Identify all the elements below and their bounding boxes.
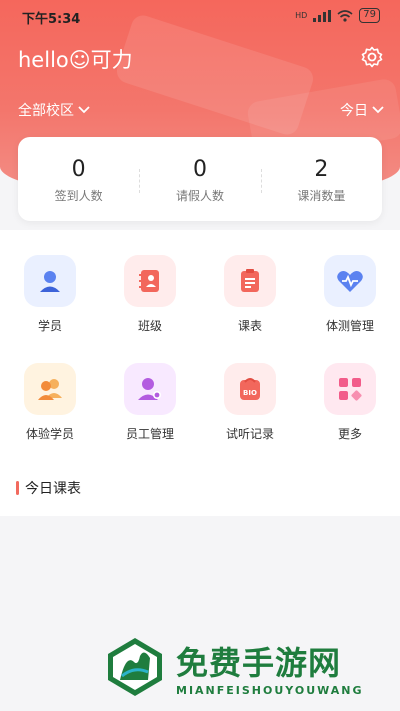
watermark-logo — [108, 638, 162, 696]
watermark-en: MIANFEISHOUYOUWANG — [176, 683, 364, 697]
status-bar: 下午5:34 HD 79 — [0, 0, 400, 32]
grid-label: 体验学员 — [25, 427, 74, 441]
wifi-icon — [337, 9, 353, 22]
date-label: 今日 — [340, 103, 368, 119]
stat-checkin[interactable]: 0 签到人数 — [18, 155, 139, 204]
campus-selector[interactable]: 全部校区 — [18, 100, 90, 120]
trial-student-icon — [24, 363, 76, 415]
grid-item-student[interactable]: 学员 — [0, 255, 100, 334]
chevron-down-icon — [372, 106, 384, 114]
grid-label: 班级 — [137, 319, 162, 333]
grid-item-audition-record[interactable]: BIO 试听记录 — [200, 363, 300, 442]
fitness-test-icon — [324, 255, 376, 307]
staff-icon — [124, 363, 176, 415]
grid-item-trial-student[interactable]: 体验学员 — [0, 363, 100, 442]
section-accent-bar — [16, 481, 19, 495]
grid-item-staff[interactable]: 员工管理 — [100, 363, 200, 442]
campus-label: 全部校区 — [18, 103, 74, 119]
stats-card: 0 签到人数 0 请假人数 2 课消数量 — [18, 137, 382, 221]
class-icon — [124, 255, 176, 307]
grid-label: 体测管理 — [325, 319, 374, 333]
stat-value: 0 — [71, 156, 86, 182]
grid-item-more[interactable]: 更多 — [300, 363, 400, 442]
student-icon — [24, 255, 76, 307]
greeting-text: hello☺可力 — [18, 48, 133, 72]
grid-item-fitness-test[interactable]: 体测管理 — [300, 255, 400, 334]
audition-record-icon: BIO — [224, 363, 276, 415]
stat-value: 2 — [314, 156, 329, 182]
date-selector[interactable]: 今日 — [340, 100, 384, 120]
grid-label: 课表 — [237, 319, 262, 333]
svg-text:BIO: BIO — [243, 389, 257, 397]
grid-item-schedule[interactable]: 课表 — [200, 255, 300, 334]
battery-indicator: 79 — [359, 8, 380, 23]
stat-label: 请假人数 — [175, 188, 224, 203]
signal-icon — [313, 9, 332, 22]
stat-leave[interactable]: 0 请假人数 — [139, 155, 260, 204]
gear-icon[interactable] — [360, 45, 384, 69]
status-icons: HD 79 — [295, 8, 380, 23]
stat-consumed[interactable]: 2 课消数量 — [260, 155, 382, 204]
stat-label: 课消数量 — [297, 188, 346, 203]
schedule-icon — [224, 255, 276, 307]
grid-label: 学员 — [37, 319, 62, 333]
stat-label: 签到人数 — [54, 188, 103, 203]
watermark: 免费手游网 MIANFEISHOUYOUWANG — [104, 636, 364, 698]
grid-label: 试听记录 — [225, 427, 274, 441]
grid-label: 员工管理 — [125, 427, 174, 441]
more-icon — [324, 363, 376, 415]
hd-label: HD — [295, 11, 308, 20]
watermark-cn: 免费手游网 — [176, 643, 342, 682]
grid-item-class[interactable]: 班级 — [100, 255, 200, 334]
section-title: 今日课表 — [25, 481, 81, 497]
status-time: 下午5:34 — [22, 12, 81, 27]
grid-label: 更多 — [337, 427, 362, 441]
stat-value: 0 — [192, 156, 207, 182]
chevron-down-icon — [78, 106, 90, 114]
today-schedule-header: 今日课表 — [16, 478, 81, 498]
